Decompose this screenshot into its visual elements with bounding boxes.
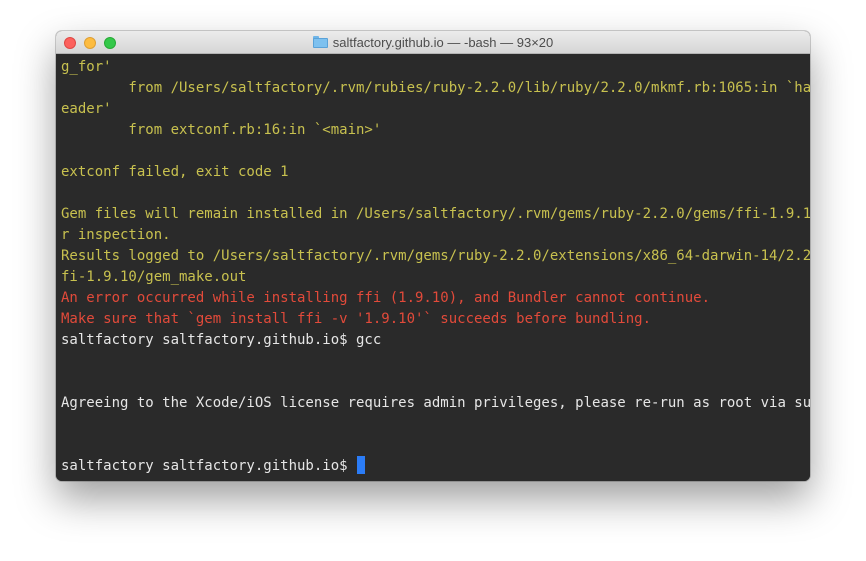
- terminal-error-line: An error occurred while installing ffi (…: [61, 290, 711, 306]
- terminal-line: g_for': [61, 59, 112, 75]
- window-title-area: saltfactory.github.io — -bash — 93×20: [56, 31, 810, 53]
- terminal-prompt-line: saltfactory saltfactory.github.io$ gcc: [61, 332, 382, 348]
- terminal-output[interactable]: g_for' from /Users/saltfactory/.rvm/rubi…: [56, 54, 810, 481]
- folder-icon: [312, 36, 328, 48]
- terminal-line: from /Users/saltfactory/.rvm/rubies/ruby…: [61, 80, 810, 96]
- terminal-line: Results logged to /Users/saltfactory/.rv…: [61, 248, 810, 264]
- terminal-line: r inspection.: [61, 227, 171, 243]
- terminal-line: extconf failed, exit code 1: [61, 164, 289, 180]
- terminal-line: eader': [61, 101, 112, 117]
- window-title: saltfactory.github.io — -bash — 93×20: [332, 34, 554, 50]
- title-bar[interactable]: saltfactory.github.io — -bash — 93×20: [56, 31, 810, 54]
- terminal-window: saltfactory.github.io — -bash — 93×20 g_…: [56, 31, 810, 481]
- terminal-line: Gem files will remain installed in /User…: [61, 206, 810, 222]
- terminal-error-line: Make sure that `gem install ffi -v '1.9.…: [61, 311, 652, 327]
- prompt-text: saltfactory saltfactory.github.io$: [61, 458, 357, 474]
- terminal-line: from extconf.rb:16:in `<main>': [61, 122, 382, 138]
- terminal-line: Agreeing to the Xcode/iOS license requir…: [61, 395, 810, 411]
- cursor-block: [357, 456, 366, 474]
- terminal-current-prompt[interactable]: saltfactory saltfactory.github.io$: [61, 456, 810, 477]
- terminal-line: fi-1.9.10/gem_make.out: [61, 269, 247, 285]
